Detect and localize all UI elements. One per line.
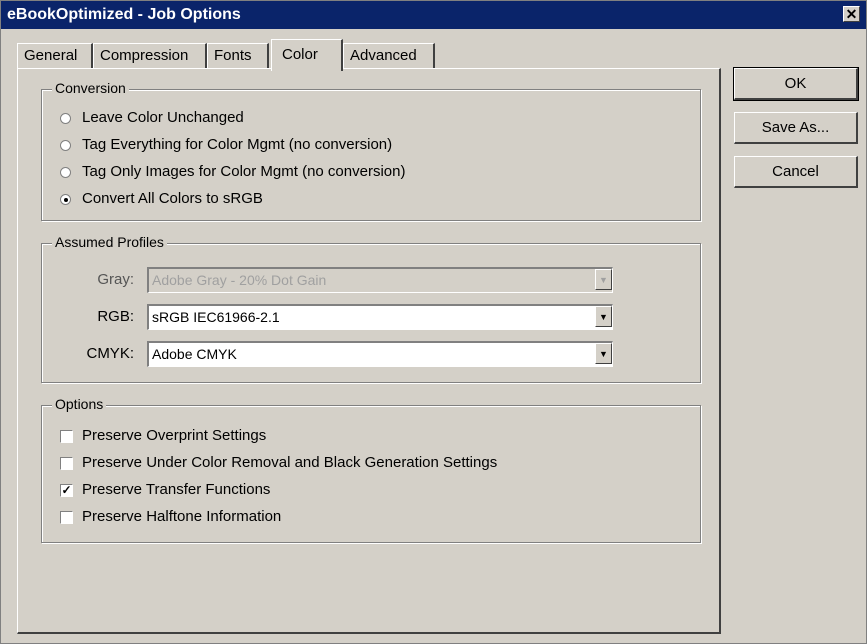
option-label: Preserve Transfer Functions	[82, 481, 271, 498]
tab-fonts[interactable]: Fonts	[207, 43, 269, 69]
tab-label: Fonts	[214, 47, 252, 64]
checkbox-icon	[60, 430, 73, 443]
radio-icon	[60, 167, 71, 178]
save-as-button[interactable]: Save As...	[734, 112, 858, 144]
checkbox-icon	[60, 457, 73, 470]
job-options-window: eBookOptimized - Job Options ✕ General C…	[0, 0, 867, 644]
tab-color[interactable]: Color	[271, 39, 343, 71]
option-label: Preserve Under Color Removal and Black G…	[82, 454, 498, 471]
conversion-group: Conversion Leave Color Unchanged Tag Eve…	[41, 80, 701, 221]
close-icon[interactable]: ✕	[843, 6, 860, 22]
radio-selected-icon	[60, 194, 71, 205]
chevron-down-icon[interactable]: ▼	[595, 306, 612, 327]
group-title: Options	[52, 396, 107, 412]
option-label: Leave Color Unchanged	[82, 109, 244, 126]
cancel-button[interactable]: Cancel	[734, 156, 858, 188]
gray-profile-select: Adobe Gray - 20% Dot Gain ▼	[147, 267, 613, 293]
select-value: sRGB IEC61966-2.1	[152, 309, 280, 325]
rgb-label: RGB:	[97, 308, 134, 325]
select-value: Adobe Gray - 20% Dot Gain	[152, 272, 327, 288]
select-value: Adobe CMYK	[152, 346, 237, 362]
title-bar: eBookOptimized - Job Options ✕	[1, 1, 866, 29]
chevron-down-icon: ▼	[595, 269, 612, 290]
tab-label: Color	[282, 46, 318, 63]
tab-general[interactable]: General	[17, 43, 93, 69]
group-title: Conversion	[52, 80, 129, 96]
option-label: Tag Everything for Color Mgmt (no conver…	[82, 136, 393, 153]
tab-compression[interactable]: Compression	[93, 43, 207, 69]
tab-label: Advanced	[350, 47, 417, 64]
cmyk-label: CMYK:	[86, 345, 134, 362]
checkbox-checked-icon: ✓	[60, 483, 73, 497]
option-label: Tag Only Images for Color Mgmt (no conve…	[82, 163, 406, 180]
window-title: eBookOptimized - Job Options	[7, 6, 241, 23]
checkbox-icon	[60, 511, 73, 524]
assumed-profiles-group: Assumed Profiles Gray: Adobe Gray - 20% …	[41, 234, 701, 383]
tab-label: General	[24, 47, 78, 64]
tab-advanced[interactable]: Advanced	[343, 43, 435, 69]
group-title: Assumed Profiles	[52, 234, 167, 250]
chevron-down-icon[interactable]: ▼	[595, 343, 612, 364]
option-label: Preserve Halftone Information	[82, 508, 282, 525]
options-group: Options Preserve Overprint Settings Pres…	[41, 396, 701, 543]
tab-label: Compression	[100, 47, 189, 64]
ok-button[interactable]: OK	[733, 67, 859, 101]
option-label: Convert All Colors to sRGB	[82, 190, 263, 207]
gray-label: Gray:	[97, 271, 134, 288]
radio-icon	[60, 113, 71, 124]
radio-icon	[60, 140, 71, 151]
option-label: Preserve Overprint Settings	[82, 427, 267, 444]
rgb-profile-select[interactable]: sRGB IEC61966-2.1 ▼	[147, 304, 613, 330]
cmyk-profile-select[interactable]: Adobe CMYK ▼	[147, 341, 613, 367]
